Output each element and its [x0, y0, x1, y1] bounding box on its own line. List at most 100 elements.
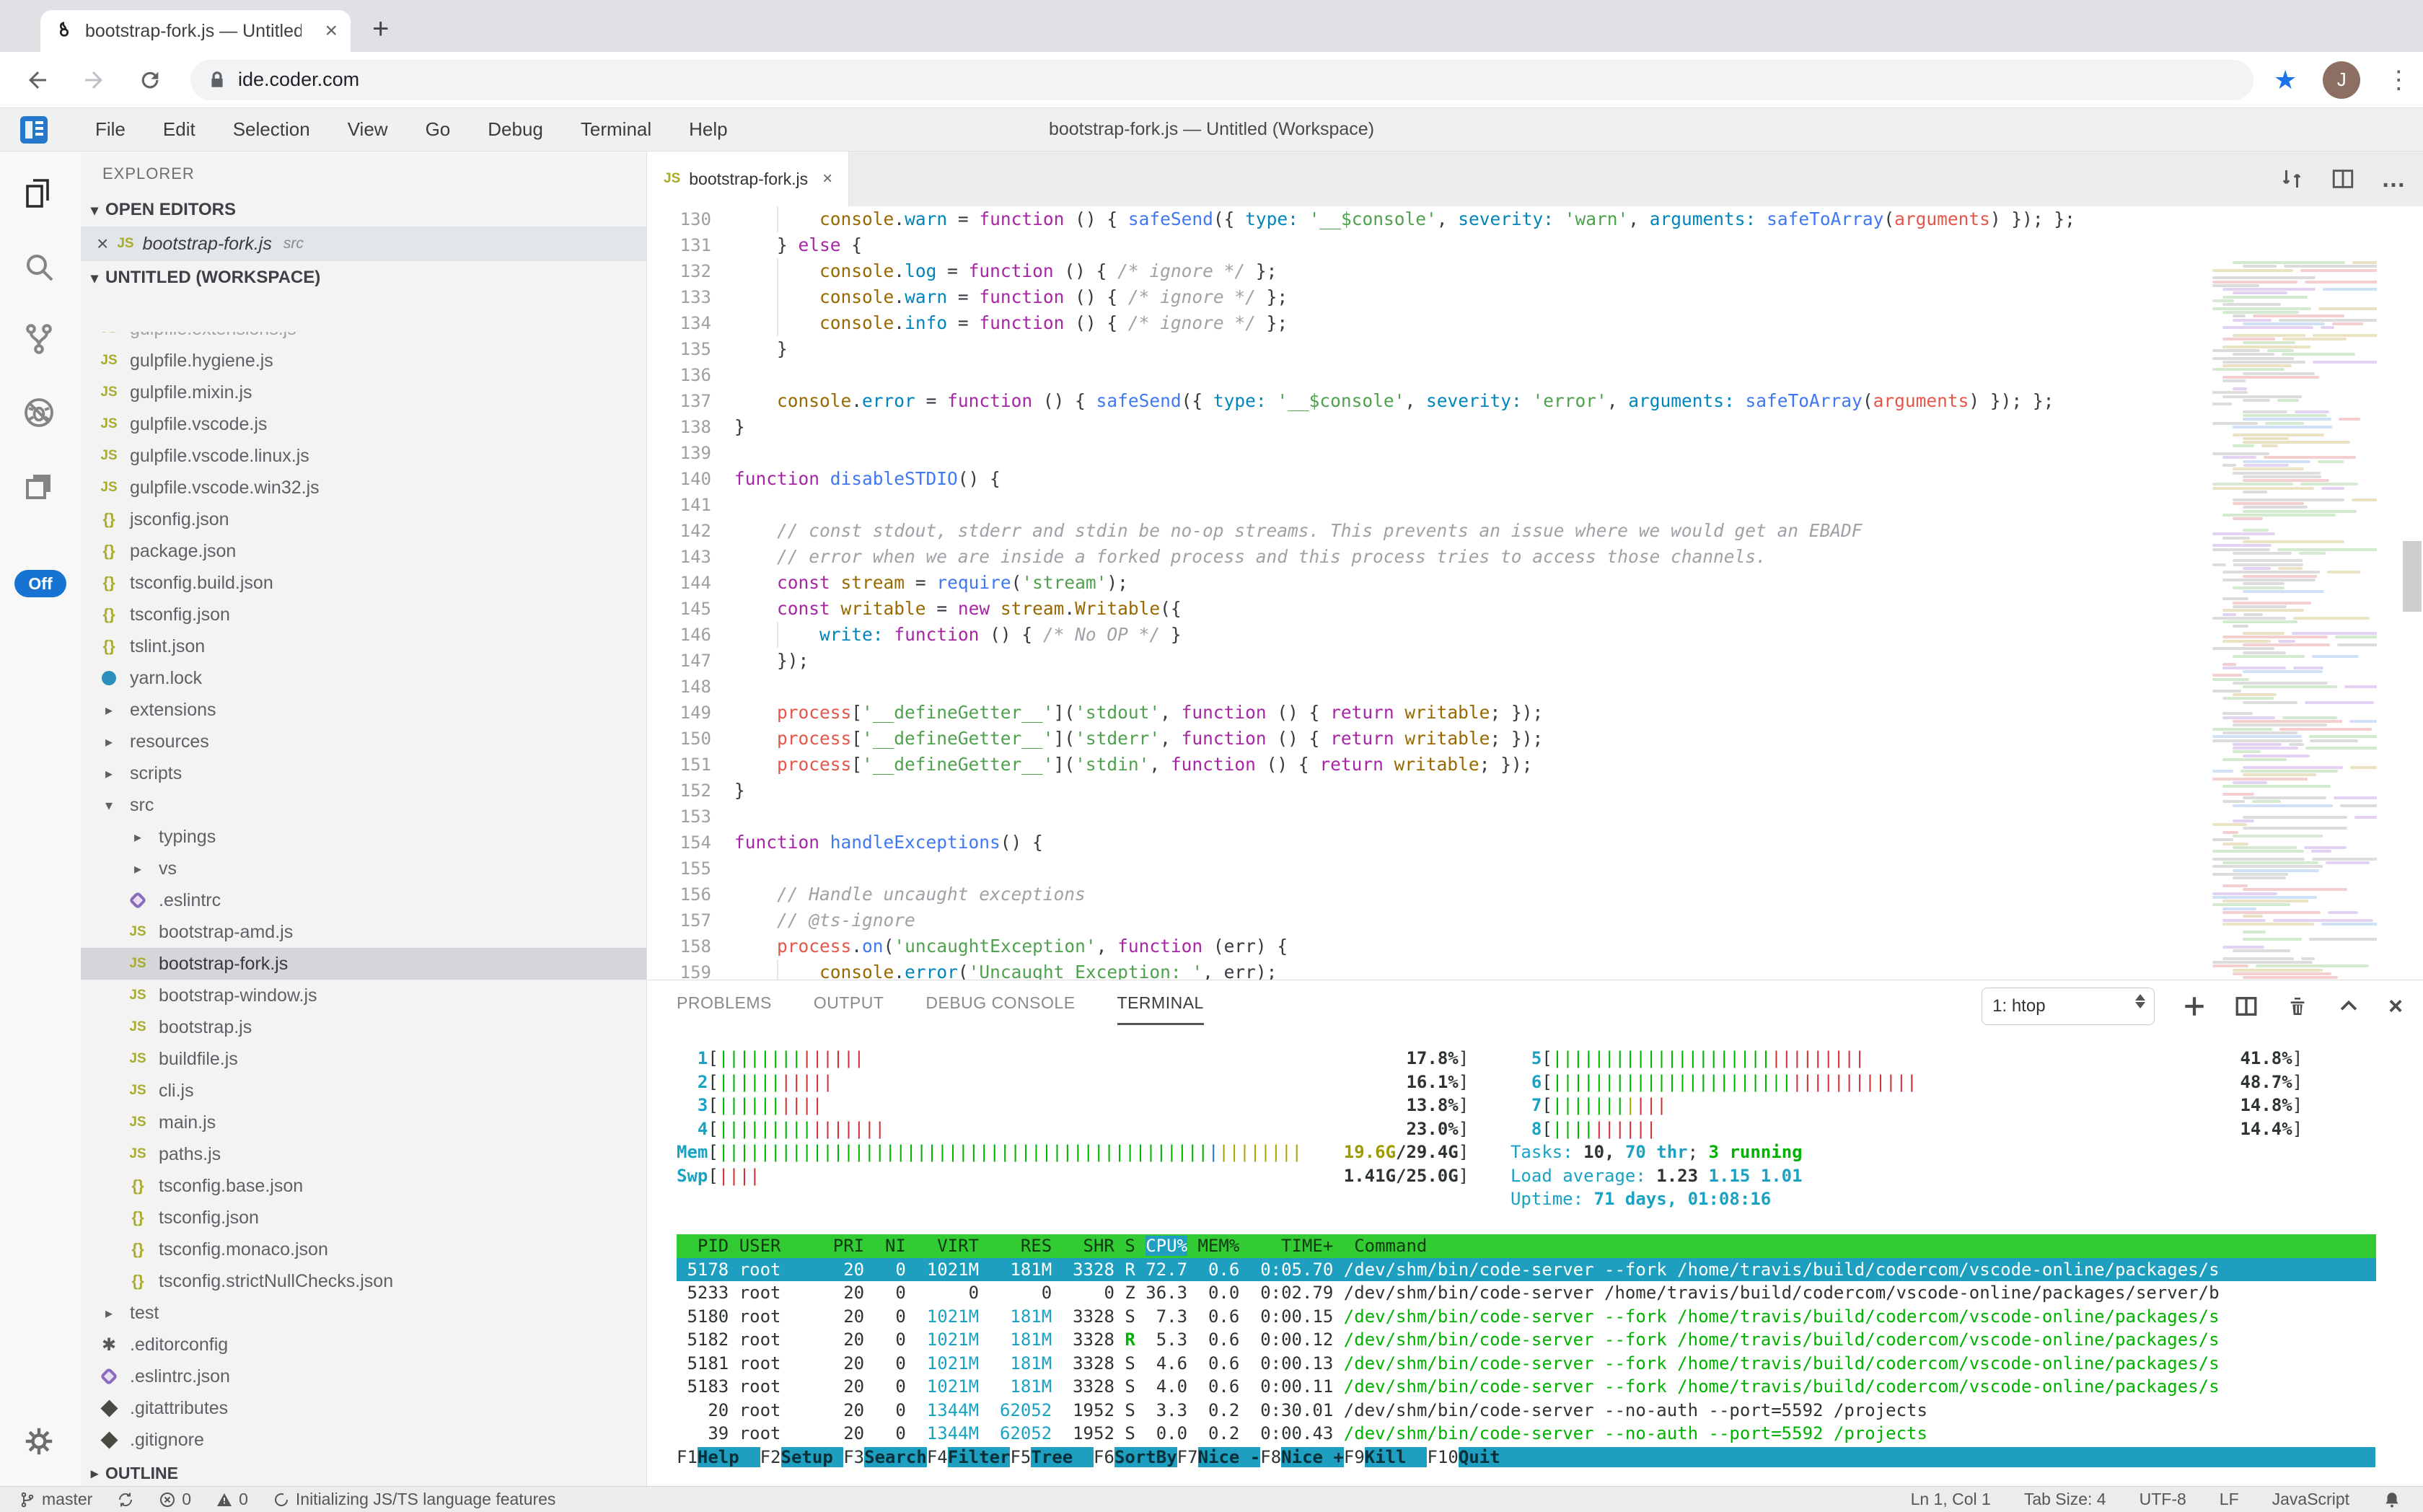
code-line-142[interactable]: 142 // const stdout, stderr and stdin be…: [648, 518, 2423, 544]
tree-item-.gitattributes[interactable]: .gitattributes: [81, 1392, 647, 1424]
code-line-150[interactable]: 150 process['__defineGetter__']('stderr'…: [648, 726, 2423, 752]
open-changes-icon[interactable]: [2279, 166, 2305, 192]
panel-tab-terminal[interactable]: TERMINAL: [1117, 993, 1204, 1025]
tree-item-paths.js[interactable]: JSpaths.js: [81, 1138, 647, 1170]
tree-item-cli.js[interactable]: JScli.js: [81, 1075, 647, 1107]
menu-go[interactable]: Go: [407, 118, 470, 141]
code-line-152[interactable]: 152}: [648, 778, 2423, 804]
tree-item-tsconfig.json[interactable]: {}tsconfig.json: [81, 1202, 647, 1234]
tree-item-gulpfile.vscode.linux.js[interactable]: JSgulpfile.vscode.linux.js: [81, 440, 647, 472]
tree-item-bootstrap.js[interactable]: JSbootstrap.js: [81, 1011, 647, 1043]
git-branch-item[interactable]: master: [19, 1490, 92, 1509]
kill-terminal-icon[interactable]: [2286, 995, 2309, 1018]
editor-scrollbar[interactable]: [2403, 541, 2422, 612]
code-line-156[interactable]: 156 // Handle uncaught exceptions: [648, 882, 2423, 907]
tree-item-main.js[interactable]: JSmain.js: [81, 1107, 647, 1138]
terminal-output[interactable]: 1[|||||||||||||| 17.8%] 5[||||||||||||||…: [677, 1047, 2376, 1469]
panel-tab-problems[interactable]: PROBLEMS: [677, 993, 772, 1025]
open-editors-header[interactable]: ▾ OPEN EDITORS: [81, 193, 646, 227]
code-line-144[interactable]: 144 const stream = require('stream');: [648, 570, 2423, 596]
tab-close-icon[interactable]: ×: [325, 19, 338, 43]
reload-icon[interactable]: [131, 61, 169, 99]
tree-item-gulpfile.extensions.js[interactable]: JSgulpfile.extensions.js: [81, 332, 647, 345]
tree-item-resources[interactable]: ▸resources: [81, 726, 647, 757]
extensions-icon[interactable]: [19, 466, 59, 506]
code-line-136[interactable]: 136: [648, 362, 2423, 388]
browser-tab[interactable]: bootstrap-fork.js — Untitled (W ×: [40, 10, 351, 52]
url-bar[interactable]: ide.coder.com: [190, 60, 2253, 100]
htop-process-row[interactable]: 20 root 20 0 1344M 62052 1952 S 3.3 0.2 …: [677, 1399, 2376, 1423]
menu-edit[interactable]: Edit: [144, 118, 214, 141]
tree-item-yarn.lock[interactable]: yarn.lock: [81, 662, 647, 694]
forward-icon[interactable]: [75, 61, 113, 99]
code-line-135[interactable]: 135 }: [648, 336, 2423, 362]
tree-item-.eslintrc.json[interactable]: .eslintrc.json: [81, 1361, 647, 1392]
status-javascript[interactable]: JavaScript: [2272, 1490, 2349, 1509]
search-icon[interactable]: [19, 247, 59, 287]
tree-item-src[interactable]: ▾src: [81, 789, 647, 821]
menu-selection[interactable]: Selection: [214, 118, 329, 141]
code-line-151[interactable]: 151 process['__defineGetter__']('stdin',…: [648, 752, 2423, 778]
code-line-143[interactable]: 143 // error when we are inside a forked…: [648, 544, 2423, 570]
tree-item-tsconfig.strictNullChecks.json[interactable]: {}tsconfig.strictNullChecks.json: [81, 1265, 647, 1297]
status-ln-1-col-1[interactable]: Ln 1, Col 1: [1911, 1490, 1991, 1509]
maximize-panel-icon[interactable]: [2336, 994, 2361, 1019]
code-line-133[interactable]: 133 console.warn = function () { /* igno…: [648, 284, 2423, 310]
code-line-155[interactable]: 155: [648, 856, 2423, 882]
tree-item-gulpfile.mixin.js[interactable]: JSgulpfile.mixin.js: [81, 377, 647, 408]
code-line-146[interactable]: 146 write: function () { /* No OP */ }: [648, 622, 2423, 648]
workspace-header[interactable]: ▾ UNTITLED (WORKSPACE): [81, 261, 646, 294]
explorer-icon[interactable]: [19, 173, 59, 214]
terminal-select[interactable]: 1: htop: [1982, 988, 2155, 1025]
tree-item-test[interactable]: ▸test: [81, 1297, 647, 1329]
language-status-message[interactable]: Initializing JS/TS language features: [273, 1490, 556, 1509]
menu-terminal[interactable]: Terminal: [562, 118, 670, 141]
code-line-131[interactable]: 131 } else {: [648, 232, 2423, 258]
code-line-157[interactable]: 157 // @ts-ignore: [648, 907, 2423, 933]
tree-item-package.json[interactable]: {}package.json: [81, 535, 647, 567]
htop-process-row[interactable]: 5233 root 20 0 0 0 0 Z 36.3 0.0 0:02.79 …: [677, 1281, 2376, 1305]
tree-item-gulpfile.vscode.win32.js[interactable]: JSgulpfile.vscode.win32.js: [81, 472, 647, 504]
tree-item-vs[interactable]: ▸vs: [81, 853, 647, 884]
code-line-139[interactable]: 139: [648, 440, 2423, 466]
app-logo-icon[interactable]: [20, 116, 48, 144]
menu-view[interactable]: View: [329, 118, 407, 141]
code-line-159[interactable]: 159 console.error('Uncaught Exception: '…: [648, 959, 2423, 980]
code-line-154[interactable]: 154function handleExceptions() {: [648, 830, 2423, 856]
back-icon[interactable]: [19, 61, 56, 99]
code-line-158[interactable]: 158 process.on('uncaughtException', func…: [648, 933, 2423, 959]
tree-item-gulpfile.hygiene.js[interactable]: JSgulpfile.hygiene.js: [81, 345, 647, 377]
htop-process-row[interactable]: 5180 root 20 0 1021M 181M 3328 S 7.3 0.6…: [677, 1305, 2376, 1329]
panel-tab-output[interactable]: OUTPUT: [814, 993, 884, 1025]
bookmark-star-icon[interactable]: ★: [2274, 65, 2297, 95]
avatar[interactable]: J: [2323, 61, 2360, 99]
bell-icon[interactable]: [2383, 1490, 2401, 1509]
tree-item-bootstrap-fork.js[interactable]: JSbootstrap-fork.js: [81, 948, 647, 980]
tree-item-scripts[interactable]: ▸scripts: [81, 757, 647, 789]
code-line-137[interactable]: 137 console.error = function () { safeSe…: [648, 388, 2423, 414]
htop-process-row[interactable]: 5181 root 20 0 1021M 181M 3328 S 4.6 0.6…: [677, 1352, 2376, 1376]
open-editor-item[interactable]: × JS bootstrap-fork.js src: [81, 227, 646, 261]
tree-item-tsconfig.base.json[interactable]: {}tsconfig.base.json: [81, 1170, 647, 1202]
code-line-134[interactable]: 134 console.info = function () { /* igno…: [648, 310, 2423, 336]
tree-item-extensions[interactable]: ▸extensions: [81, 694, 647, 726]
tree-item-bootstrap-amd.js[interactable]: JSbootstrap-amd.js: [81, 916, 647, 948]
htop-function-key-bar[interactable]: F1Help F2Setup F3SearchF4FilterF5Tree F6…: [677, 1446, 2376, 1469]
status-lf[interactable]: LF: [2220, 1490, 2239, 1509]
code-line-140[interactable]: 140function disableSTDIO() {: [648, 466, 2423, 492]
menu-help[interactable]: Help: [670, 118, 746, 141]
htop-process-row[interactable]: 5178 root 20 0 1021M 181M 3328 R 72.7 0.…: [677, 1258, 2376, 1282]
code-line-130[interactable]: 130 console.warn = function () { safeSen…: [648, 206, 2423, 232]
menu-debug[interactable]: Debug: [469, 118, 562, 141]
tree-item-.eslintrc[interactable]: .eslintrc: [81, 884, 647, 916]
more-actions-icon[interactable]: …: [2381, 165, 2406, 193]
tree-item-typings[interactable]: ▸typings: [81, 821, 647, 853]
new-terminal-icon[interactable]: [2182, 994, 2207, 1019]
tree-item-.gitignore[interactable]: .gitignore: [81, 1424, 647, 1456]
code-editor[interactable]: 130 console.warn = function () { safeSen…: [648, 206, 2423, 980]
tree-item-tsconfig.monaco.json[interactable]: {}tsconfig.monaco.json: [81, 1234, 647, 1265]
code-line-153[interactable]: 153: [648, 804, 2423, 830]
code-line-145[interactable]: 145 const writable = new stream.Writable…: [648, 596, 2423, 622]
tree-item-.editorconfig[interactable]: ✱.editorconfig: [81, 1329, 647, 1361]
close-panel-icon[interactable]: ×: [2388, 993, 2403, 1021]
